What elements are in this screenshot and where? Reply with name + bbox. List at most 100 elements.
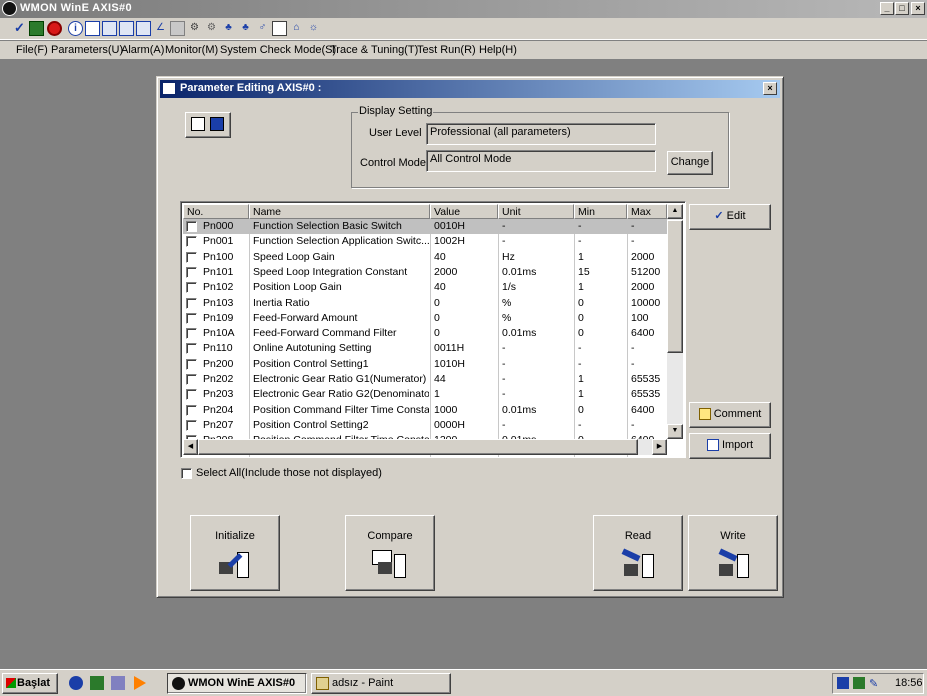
- table-row[interactable]: Pn110 Online Autotuning Setting 0011H - - -: [183, 341, 667, 356]
- cell-name: Position Control Setting2: [253, 418, 369, 431]
- col-header-no[interactable]: No.: [183, 204, 249, 219]
- row-checkbox[interactable]: [186, 404, 197, 416]
- check-icon[interactable]: ✓: [12, 21, 27, 36]
- menu-trace-tuning[interactable]: Trace & Tuning(T): [330, 44, 418, 56]
- table-row[interactable]: Pn100 Speed Loop Gain 40 Hz 1 2000: [183, 250, 667, 265]
- table-row[interactable]: Pn203 Electronic Gear Ratio G2(Denominato…: [183, 387, 667, 402]
- tray-app-icon[interactable]: [837, 677, 849, 689]
- axis-icon[interactable]: ♣: [221, 21, 236, 36]
- horizontal-scroll-thumb[interactable]: [198, 439, 638, 455]
- table-row[interactable]: Pn103 Inertia Ratio 0% 0 10000: [183, 296, 667, 311]
- row-checkbox[interactable]: [186, 389, 197, 401]
- user-level-field[interactable]: Professional (all parameters): [426, 123, 656, 145]
- tray-network-icon[interactable]: [853, 677, 865, 689]
- monitor-icon[interactable]: [102, 21, 117, 36]
- table-row[interactable]: Pn109 Feed-Forward Amount 0% 0 100: [183, 311, 667, 326]
- vertical-scrollbar[interactable]: ▲ ▼: [667, 204, 683, 439]
- table-row[interactable]: Pn200 Position Control Setting1 1010H - - -: [183, 357, 667, 372]
- chart-icon[interactable]: [29, 21, 44, 36]
- message-icon[interactable]: [272, 21, 287, 36]
- tray-volume-icon[interactable]: ✎: [869, 677, 881, 690]
- read-button[interactable]: Read: [593, 515, 683, 591]
- users-icon[interactable]: ♣: [238, 21, 253, 36]
- row-checkbox[interactable]: [186, 282, 197, 294]
- write-button[interactable]: Write: [688, 515, 778, 591]
- stop-icon[interactable]: [47, 21, 62, 36]
- browser-icon[interactable]: [69, 676, 83, 690]
- menu-monitor[interactable]: Monitor(M): [165, 44, 218, 56]
- scroll-down-arrow-icon[interactable]: ▼: [667, 424, 683, 439]
- row-checkbox[interactable]: [186, 374, 197, 385]
- edit-button[interactable]: ✓ Edit: [689, 204, 771, 230]
- compare-button[interactable]: Compare: [345, 515, 435, 591]
- table-row[interactable]: Pn101 Speed Loop Integration Constant 2000…: [183, 265, 667, 280]
- minimize-button[interactable]: _: [880, 2, 894, 15]
- import-button[interactable]: Import: [689, 433, 771, 459]
- signal-icon[interactable]: ☼: [306, 21, 321, 36]
- close-button[interactable]: ×: [911, 2, 925, 15]
- dialog-close-button[interactable]: ×: [763, 82, 777, 95]
- note-icon: [698, 408, 711, 421]
- row-checkbox[interactable]: [186, 251, 197, 263]
- motor-icon[interactable]: ♂: [255, 21, 270, 36]
- vertical-scroll-thumb[interactable]: [667, 220, 683, 353]
- row-checkbox[interactable]: [186, 221, 197, 232]
- row-checkbox[interactable]: [186, 297, 197, 309]
- save-icon[interactable]: [210, 117, 224, 131]
- col-header-value[interactable]: Value: [430, 204, 498, 219]
- row-checkbox[interactable]: [186, 266, 197, 278]
- menu-test-run[interactable]: Test Run(R): [417, 44, 476, 56]
- menu-help[interactable]: Help(H): [479, 44, 517, 56]
- link-icon[interactable]: ⌂: [289, 21, 304, 36]
- table-row[interactable]: Pn000 Function Selection Basic Switch 0010…: [183, 219, 667, 235]
- col-header-name[interactable]: Name: [249, 204, 430, 219]
- scroll-right-arrow-icon[interactable]: ▶: [652, 439, 667, 455]
- table-row[interactable]: Pn202 Electronic Gear Ratio G1(Numerator)…: [183, 372, 667, 387]
- col-header-unit[interactable]: Unit: [498, 204, 574, 219]
- info-icon[interactable]: i: [68, 21, 83, 36]
- settings-icon[interactable]: ⚙: [204, 21, 219, 36]
- row-checkbox[interactable]: [186, 328, 197, 340]
- tuning-icon[interactable]: ⚙: [187, 21, 202, 36]
- select-all-checkbox[interactable]: [181, 468, 192, 479]
- clock[interactable]: 18:56: [895, 677, 923, 689]
- table-row[interactable]: Pn204 Position Command Filter Time Consta…: [183, 403, 667, 418]
- upload-icon[interactable]: [136, 21, 151, 36]
- print-icon[interactable]: [191, 117, 205, 131]
- parameter-table[interactable]: No. Name Value Unit Min Max Pn000 Functio…: [180, 201, 686, 458]
- media-icon[interactable]: [134, 676, 146, 690]
- task-wmon[interactable]: WMON WinE AXIS#0: [167, 673, 307, 694]
- desktop-icon[interactable]: [90, 676, 104, 690]
- table-row[interactable]: Pn207 Position Control Setting2 0000H - - -: [183, 418, 667, 433]
- table-row[interactable]: Pn10A Feed-Forward Command Filter 0 0.01ms 0…: [183, 326, 667, 341]
- row-checkbox[interactable]: [186, 312, 197, 324]
- row-checkbox[interactable]: [186, 343, 197, 355]
- download-icon[interactable]: [119, 21, 134, 36]
- change-button[interactable]: Change: [667, 151, 713, 175]
- menu-alarm[interactable]: Alarm(A): [121, 44, 164, 56]
- row-checkbox[interactable]: [186, 358, 197, 370]
- scroll-left-arrow-icon[interactable]: ◀: [183, 439, 198, 455]
- table-row[interactable]: Pn001 Function Selection Application Swit…: [183, 234, 667, 249]
- table-icon[interactable]: [170, 21, 185, 36]
- task-paint[interactable]: adsız - Paint: [311, 673, 451, 694]
- menu-parameters[interactable]: Parameters(U): [51, 44, 123, 56]
- channel-icon[interactable]: [111, 676, 125, 690]
- control-mode-field[interactable]: All Control Mode: [426, 150, 656, 172]
- initialize-button[interactable]: Initialize: [190, 515, 280, 591]
- maximize-button[interactable]: □: [895, 2, 909, 15]
- menu-system-check[interactable]: System Check Mode(S): [220, 44, 336, 56]
- menu-file[interactable]: File(F): [16, 44, 48, 56]
- comment-button[interactable]: Comment: [689, 402, 771, 428]
- row-checkbox[interactable]: [186, 419, 197, 431]
- window-icon[interactable]: [85, 21, 100, 36]
- graph-icon[interactable]: ∠: [153, 21, 168, 36]
- row-checkbox[interactable]: [186, 236, 197, 248]
- table-row[interactable]: Pn102 Position Loop Gain 40 1/s 1 2000: [183, 280, 667, 295]
- horizontal-scrollbar[interactable]: ◀ ▶: [183, 439, 667, 455]
- scroll-up-arrow-icon[interactable]: ▲: [667, 204, 683, 219]
- col-header-max[interactable]: Max: [627, 204, 667, 219]
- start-button[interactable]: Başlat: [2, 673, 58, 694]
- col-header-min[interactable]: Min: [574, 204, 627, 219]
- cell-value: 0: [434, 296, 440, 309]
